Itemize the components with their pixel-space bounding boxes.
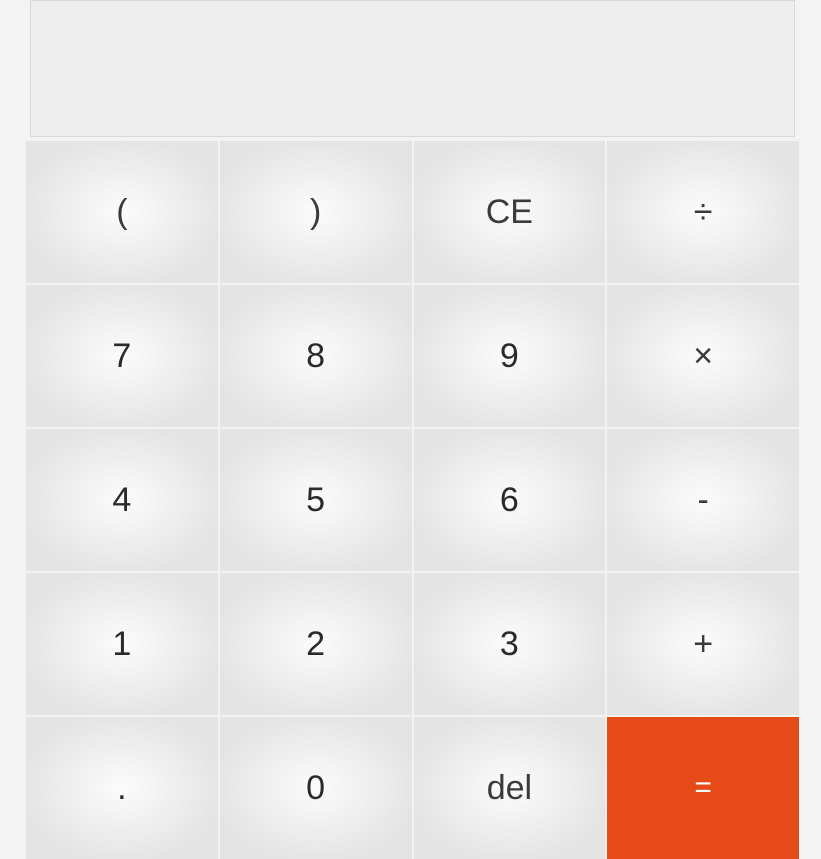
- delete-button[interactable]: del: [414, 717, 606, 859]
- clear-entry-button[interactable]: CE: [414, 141, 606, 283]
- calculator: ( ) CE ÷ 7 8 9 × 4 5 6 - 1 2 3 + . 0 del…: [25, 0, 800, 859]
- divide-button[interactable]: ÷: [607, 141, 799, 283]
- seven-button[interactable]: 7: [26, 285, 218, 427]
- keypad: ( ) CE ÷ 7 8 9 × 4 5 6 - 1 2 3 + . 0 del…: [25, 141, 800, 859]
- paren-close-button[interactable]: ): [220, 141, 412, 283]
- five-button[interactable]: 5: [220, 429, 412, 571]
- four-button[interactable]: 4: [26, 429, 218, 571]
- three-button[interactable]: 3: [414, 573, 606, 715]
- minus-button[interactable]: -: [607, 429, 799, 571]
- nine-button[interactable]: 9: [414, 285, 606, 427]
- decimal-button[interactable]: .: [26, 717, 218, 859]
- multiply-button[interactable]: ×: [607, 285, 799, 427]
- one-button[interactable]: 1: [26, 573, 218, 715]
- display: [30, 0, 795, 137]
- paren-open-button[interactable]: (: [26, 141, 218, 283]
- zero-button[interactable]: 0: [220, 717, 412, 859]
- six-button[interactable]: 6: [414, 429, 606, 571]
- two-button[interactable]: 2: [220, 573, 412, 715]
- equals-button[interactable]: =: [607, 717, 799, 859]
- eight-button[interactable]: 8: [220, 285, 412, 427]
- plus-button[interactable]: +: [607, 573, 799, 715]
